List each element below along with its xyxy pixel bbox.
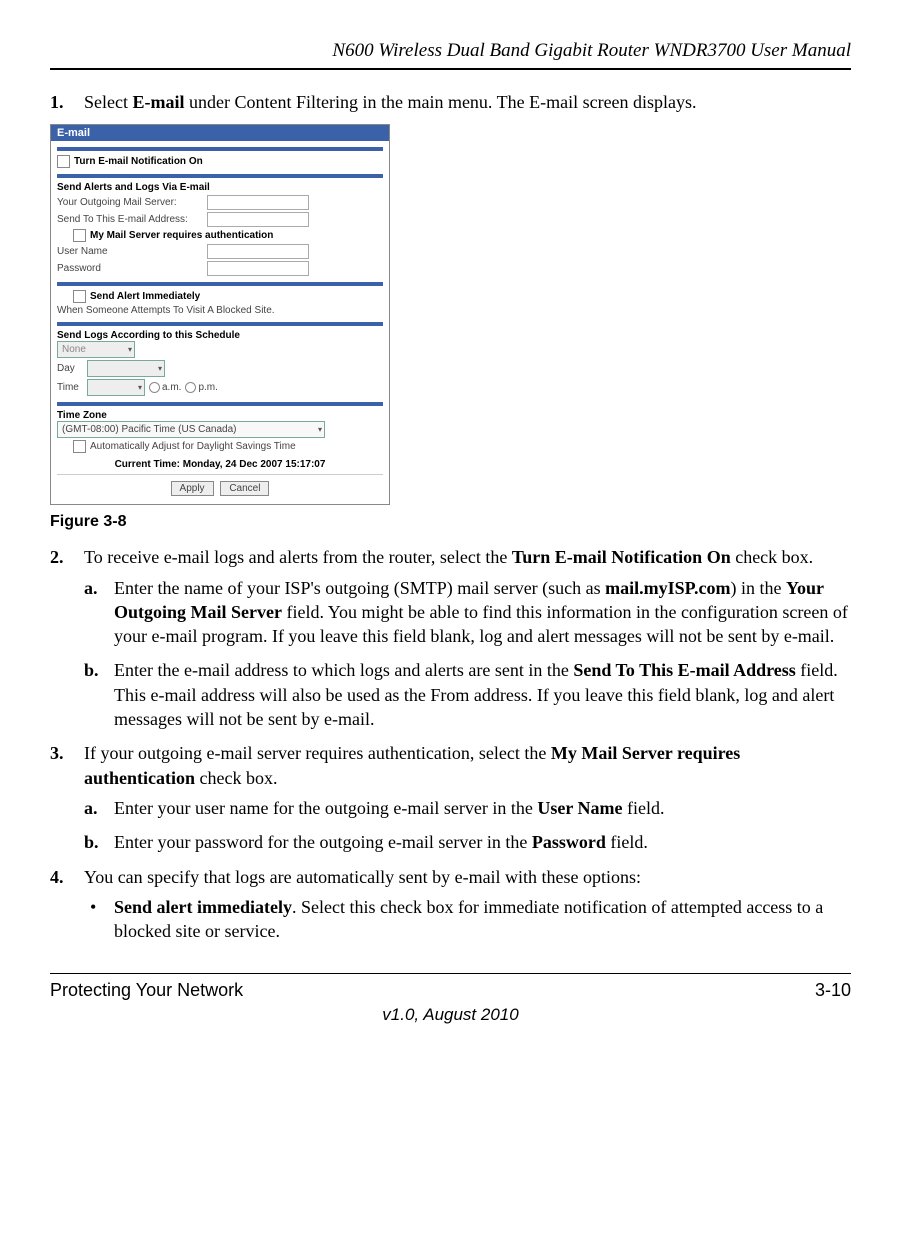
step-2a-b1: mail.myISP.com: [605, 578, 730, 598]
step-1-text-pre: Select: [84, 92, 132, 112]
step-2a: a. Enter the name of your ISP's outgoing…: [84, 576, 851, 649]
current-time: Current Time: Monday, 24 Dec 2007 15:17:…: [57, 459, 383, 470]
timezone-value: (GMT-08:00) Pacific Time (US Canada): [62, 424, 237, 435]
day-select[interactable]: ▾: [87, 360, 165, 377]
figure-caption: Figure 3-8: [50, 513, 851, 531]
am-label: a.m.: [162, 382, 181, 393]
step-2-pre: To receive e-mail logs and alerts from t…: [84, 547, 512, 567]
am-radio[interactable]: [149, 382, 160, 393]
step-3: 3. If your outgoing e-mail server requir…: [50, 741, 851, 854]
schedule-select-value: None: [62, 344, 86, 355]
chevron-down-icon: ▾: [318, 425, 322, 434]
notification-on-checkbox[interactable]: [57, 155, 70, 168]
step-2-bold: Turn E-mail Notification On: [512, 547, 731, 567]
step-3b: b. Enter your password for the outgoing …: [84, 830, 851, 854]
step-3a-t2: field.: [623, 798, 665, 818]
apply-button[interactable]: Apply: [171, 481, 214, 496]
auth-checkbox[interactable]: [73, 229, 86, 242]
step-3a-number: a.: [84, 796, 98, 820]
step-3-t2: check box.: [195, 768, 277, 788]
chevron-down-icon: ▾: [138, 383, 142, 392]
auth-label: My Mail Server requires authentication: [90, 230, 273, 241]
step-2b-b1: Send To This E-mail Address: [573, 660, 795, 680]
send-alert-sub: When Someone Attempts To Visit A Blocked…: [57, 305, 383, 316]
day-label: Day: [57, 363, 87, 374]
ss-section-schedule: Send Logs According to this Schedule: [57, 330, 383, 341]
step-3b-t1: Enter your password for the outgoing e-m…: [114, 832, 532, 852]
step-2a-t2: ) in the: [731, 578, 787, 598]
step-4-text: You can specify that logs are automatica…: [84, 867, 641, 887]
step-4-bullet-1: Send alert immediately. Select this chec…: [84, 895, 851, 944]
step-2: 2. To receive e-mail logs and alerts fro…: [50, 545, 851, 731]
ss-section-alerts: Send Alerts and Logs Via E-mail: [57, 182, 383, 193]
timezone-select[interactable]: (GMT-08:00) Pacific Time (US Canada) ▾: [57, 421, 325, 438]
outgoing-server-label: Your Outgoing Mail Server:: [57, 197, 207, 208]
step-3-t1: If your outgoing e-mail server requires …: [84, 743, 551, 763]
ss-divider: [57, 322, 383, 326]
step-4: 4. You can specify that logs are automat…: [50, 865, 851, 944]
step-4-number: 4.: [50, 865, 64, 889]
step-2b-number: b.: [84, 658, 99, 682]
dst-checkbox[interactable]: [73, 440, 86, 453]
step-3b-number: b.: [84, 830, 99, 854]
time-select[interactable]: ▾: [87, 379, 145, 396]
pm-radio[interactable]: [185, 382, 196, 393]
outgoing-server-input[interactable]: [207, 195, 309, 210]
step-1: 1. Select E-mail under Content Filtering…: [50, 90, 851, 114]
doc-header-title: N600 Wireless Dual Band Gigabit Router W…: [50, 40, 851, 62]
step-2b-t1: Enter the e-mail address to which logs a…: [114, 660, 573, 680]
dst-label: Automatically Adjust for Daylight Saving…: [90, 441, 296, 452]
send-to-input[interactable]: [207, 212, 309, 227]
footer-page-number: 3-10: [815, 980, 851, 1001]
step-3-number: 3.: [50, 741, 64, 765]
step-2a-number: a.: [84, 576, 98, 600]
password-label: Password: [57, 263, 207, 274]
pm-label: p.m.: [198, 382, 217, 393]
step-1-bold: E-mail: [132, 92, 184, 112]
chevron-down-icon: ▾: [128, 345, 132, 354]
username-input[interactable]: [207, 244, 309, 259]
step-3b-b1: Password: [532, 832, 606, 852]
ss-section-timezone: Time Zone: [57, 410, 383, 421]
step-3b-t2: field.: [606, 832, 648, 852]
ss-titlebar: E-mail: [51, 125, 389, 141]
send-to-label: Send To This E-mail Address:: [57, 214, 207, 225]
cancel-button[interactable]: Cancel: [220, 481, 269, 496]
send-alert-immediately-checkbox[interactable]: [73, 290, 86, 303]
step-2-post: check box.: [731, 547, 813, 567]
ss-divider: [57, 402, 383, 406]
step-2b: b. Enter the e-mail address to which log…: [84, 658, 851, 731]
step-2a-t1: Enter the name of your ISP's outgoing (S…: [114, 578, 605, 598]
password-input[interactable]: [207, 261, 309, 276]
footer-version: v1.0, August 2010: [50, 1005, 851, 1025]
email-config-screenshot: E-mail Turn E-mail Notification On Send …: [50, 124, 390, 505]
step-1-text-post: under Content Filtering in the main menu…: [184, 92, 696, 112]
header-rule: [50, 68, 851, 70]
page-footer: Protecting Your Network 3-10 v1.0, Augus…: [50, 973, 851, 1025]
step-3a-t1: Enter your user name for the outgoing e-…: [114, 798, 537, 818]
footer-section: Protecting Your Network: [50, 980, 243, 1001]
send-alert-immediately-label: Send Alert Immediately: [90, 291, 200, 302]
step-4-bul1-b: Send alert immediately: [114, 897, 292, 917]
ss-divider: [57, 174, 383, 178]
ss-divider: [57, 147, 383, 151]
step-3a-b1: User Name: [537, 798, 622, 818]
schedule-select[interactable]: None ▾: [57, 341, 135, 358]
ss-divider: [57, 282, 383, 286]
footer-rule: [50, 973, 851, 974]
step-1-number: 1.: [50, 90, 64, 114]
username-label: User Name: [57, 246, 207, 257]
notification-on-label: Turn E-mail Notification On: [74, 156, 203, 167]
step-3a: a. Enter your user name for the outgoing…: [84, 796, 851, 820]
time-label: Time: [57, 382, 87, 393]
chevron-down-icon: ▾: [158, 364, 162, 373]
step-2-number: 2.: [50, 545, 64, 569]
